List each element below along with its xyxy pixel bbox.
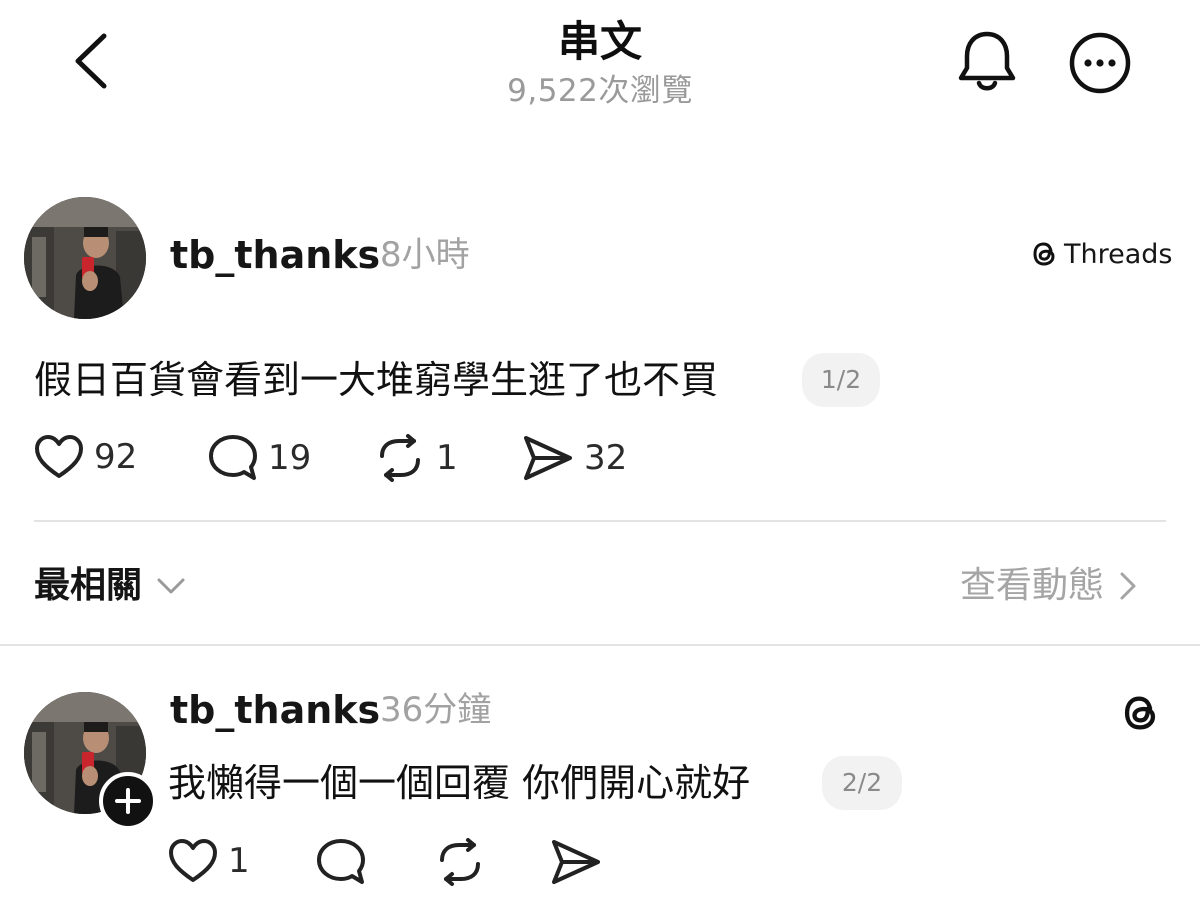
more-horizontal-icon (1069, 32, 1131, 94)
share-count: 32 (584, 438, 628, 478)
share-button[interactable]: 32 (522, 434, 627, 482)
plus-icon (115, 788, 141, 814)
divider (34, 520, 1166, 522)
threads-logo-icon (1124, 696, 1156, 730)
comment-count: 19 (268, 438, 312, 478)
send-icon (524, 436, 572, 480)
repost-count: 1 (436, 438, 458, 478)
repost-icon (380, 434, 420, 482)
repost-icon (440, 838, 480, 886)
reply-username[interactable]: tb_thanks (170, 686, 380, 734)
view-activity-label: 查看動態 (960, 565, 1105, 606)
post-timestamp: 8小時 (380, 235, 470, 275)
like-button[interactable]: 92 (34, 434, 137, 480)
comment-bubble-icon (317, 839, 365, 884)
reply-timestamp: 36分鐘 (380, 690, 492, 730)
like-count: 92 (94, 437, 138, 477)
send-icon (552, 840, 600, 884)
chevron-down-icon (157, 578, 185, 594)
reply-share-button[interactable] (550, 838, 602, 886)
post-text: 假日百貨會看到一大堆窮學生逛了也不買 (34, 358, 719, 402)
heart-icon (35, 435, 83, 478)
reply-repost-button[interactable] (434, 838, 486, 886)
heart-icon (169, 839, 217, 882)
page-title: 串文 (557, 17, 642, 66)
thread-page-indicator: 1/2 (802, 353, 880, 407)
threads-app-link[interactable] (1118, 690, 1162, 740)
threads-label: Threads (1064, 238, 1173, 270)
reply-like-count: 1 (228, 841, 250, 881)
chevron-left-icon (75, 33, 107, 89)
avatar-photo (24, 197, 146, 319)
chevron-right-icon (1120, 572, 1136, 600)
bell-icon (958, 31, 1016, 91)
back-button[interactable] (62, 28, 126, 94)
avatar[interactable] (24, 197, 146, 319)
follow-button[interactable] (99, 772, 157, 830)
repost-button[interactable]: 1 (374, 434, 458, 482)
sort-label: 最相關 (34, 565, 143, 606)
reply-comment-button[interactable] (316, 838, 366, 886)
threads-logo-icon (1033, 242, 1055, 266)
more-options-button[interactable] (1066, 32, 1134, 94)
reply-text: 我懶得一個一個回覆 你們開心就好 (168, 761, 751, 805)
view-count: 9,522次瀏覽 (507, 73, 693, 109)
reply-like-button[interactable]: 1 (168, 838, 250, 884)
view-activity-link[interactable]: 查看動態 (960, 560, 1138, 612)
divider (0, 644, 1200, 646)
reply-page-indicator: 2/2 (822, 756, 902, 810)
notifications-button[interactable] (954, 28, 1020, 96)
comment-button[interactable]: 19 (208, 434, 311, 482)
post-username[interactable]: tb_thanks (170, 231, 380, 279)
threads-badge[interactable]: Threads (1030, 238, 1172, 270)
comment-bubble-icon (209, 435, 257, 480)
sort-dropdown[interactable]: 最相關 (34, 560, 186, 612)
